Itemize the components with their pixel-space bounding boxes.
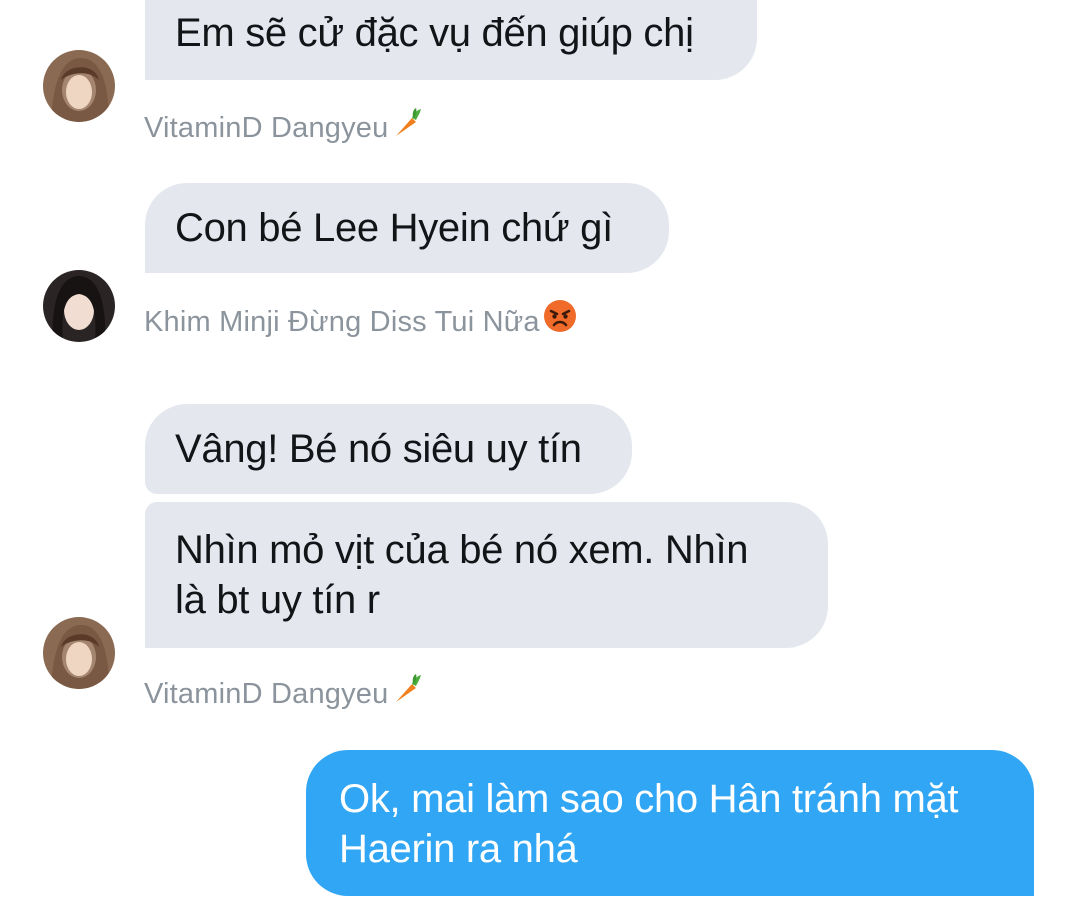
angry-face-emoji-icon [542, 298, 578, 342]
sender-name: Khim Minji Đừng Diss Tui Nữa [144, 298, 578, 342]
incoming-message-bubble[interactable]: Vâng! Bé nó siêu uy tín [145, 404, 632, 494]
incoming-message-bubble[interactable]: Con bé Lee Hyein chứ gì [145, 183, 669, 273]
sender-name: VitaminD Dangyeu [144, 106, 424, 148]
carrot-emoji-icon [390, 106, 424, 148]
incoming-message-bubble[interactable]: Em sẽ cử đặc vụ đến giúp chị [145, 0, 757, 80]
avatar[interactable] [43, 270, 115, 342]
carrot-emoji-icon [390, 672, 424, 714]
sender-name: VitaminD Dangyeu [144, 672, 424, 714]
incoming-message-bubble[interactable]: Nhìn mỏ vịt của bé nó xem. Nhìn là bt uy… [145, 502, 828, 648]
avatar[interactable] [43, 617, 115, 689]
outgoing-message-bubble[interactable]: Ok, mai làm sao cho Hân tránh mặt Haerin… [306, 750, 1034, 896]
avatar[interactable] [43, 50, 115, 122]
